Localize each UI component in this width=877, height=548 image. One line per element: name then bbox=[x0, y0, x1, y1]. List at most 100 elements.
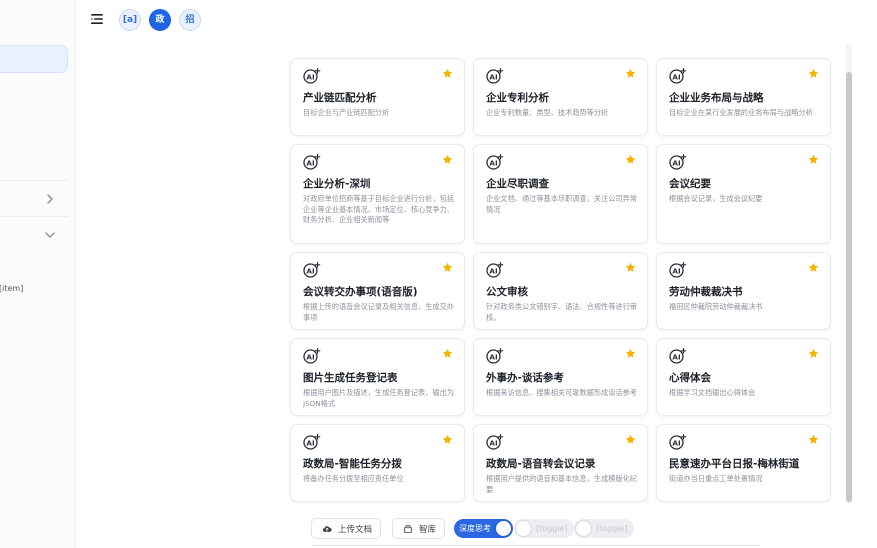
card-title: 企业业务布局与战略 bbox=[669, 92, 764, 104]
favorite-star-icon[interactable] bbox=[625, 154, 636, 165]
library-icon bbox=[404, 524, 412, 533]
ai-icon: AI bbox=[486, 434, 504, 450]
agent-card[interactable]: AI 企业分析-深圳 对政府单位招商等基于目标企业进行分析，包括企业等企业基本情… bbox=[290, 144, 465, 244]
agent-card[interactable]: AI 企业专利分析 企业专利数量、类型、技术趋势等分析 bbox=[473, 58, 648, 136]
agent-card[interactable]: AI 民意速办平台日报-梅林街道 街道办当日重点工单处置情况 bbox=[656, 424, 831, 502]
ai-icon: AI bbox=[486, 262, 504, 278]
ai-icon: AI bbox=[669, 262, 687, 278]
upload-document-label: 上传文档 bbox=[338, 524, 373, 535]
card-title: 企业尽职调查 bbox=[486, 178, 549, 190]
svg-text:AI: AI bbox=[306, 266, 315, 275]
agent-card[interactable]: AI 会议纪要 根据会议记录，生成会议纪要 bbox=[656, 144, 831, 244]
app-window: [item] [a] 政 招 AI 产业链匹配分析 目标企业与产业链匹配分析 A… bbox=[0, 0, 877, 548]
svg-text:AI: AI bbox=[672, 72, 681, 81]
favorite-star-icon[interactable] bbox=[808, 262, 819, 273]
ai-icon: AI bbox=[486, 154, 504, 170]
favorite-star-icon[interactable] bbox=[808, 348, 819, 359]
upload-document-button[interactable]: 上传文档 bbox=[311, 518, 382, 539]
agent-card[interactable]: AI 企业尽职调查 企业文档、通过等基本尽职调查，关注公司异常情况 bbox=[473, 144, 648, 244]
card-description: 对政府单位招商等基于目标企业进行分析，包括企业等企业基本情况、市场定位、核心竞争… bbox=[303, 194, 454, 225]
agent-badge[interactable]: [a] bbox=[119, 9, 141, 31]
card-description: 目标企业在某行业发展的业务布局与战略分析 bbox=[669, 108, 813, 117]
agent-card[interactable]: AI 政数局-语音转会议记录 根据用户提供的语音和基本信息，生成模版化纪要 bbox=[473, 424, 648, 502]
favorite-star-icon[interactable] bbox=[625, 68, 636, 79]
card-title: 劳动仲裁裁决书 bbox=[669, 286, 743, 298]
card-description: 根据会议记录，生成会议纪要 bbox=[669, 194, 763, 203]
svg-text:AI: AI bbox=[306, 158, 315, 167]
favorite-star-icon[interactable] bbox=[442, 154, 453, 165]
ai-icon: AI bbox=[669, 434, 687, 450]
favorite-star-icon[interactable] bbox=[625, 348, 636, 359]
scrollbar-thumb[interactable] bbox=[846, 72, 852, 502]
agent-badge-active[interactable]: 政 bbox=[149, 9, 171, 31]
knowledge-base-button[interactable]: 智库 bbox=[392, 518, 446, 539]
card-description: 街道办当日重点工单处置情况 bbox=[669, 474, 763, 483]
svg-text:AI: AI bbox=[306, 438, 315, 447]
option-toggle[interactable]: [toggle] bbox=[574, 519, 634, 538]
ai-icon: AI bbox=[669, 348, 687, 364]
card-title: 外事办-谈话参考 bbox=[486, 372, 564, 384]
agent-card[interactable]: AI 外事办-谈话参考 根据来访信息，搜集相关可靠数据形成谈话参考 bbox=[473, 338, 648, 416]
agent-card[interactable]: AI 政数局-智能任务分拨 将备办任务分拨至相应责任单位 bbox=[290, 424, 465, 502]
svg-text:AI: AI bbox=[672, 158, 681, 167]
card-title: 政数局-语音转会议记录 bbox=[486, 458, 596, 470]
agent-card[interactable]: AI 会议转交办事项(语音版) 根据上传的语音会议记录及相关信息，生成交办事项 bbox=[290, 252, 465, 330]
toggle-knob bbox=[496, 521, 511, 536]
ai-icon: AI bbox=[303, 68, 321, 84]
agent-card[interactable]: AI 企业业务布局与战略 目标企业在某行业发展的业务布局与战略分析 bbox=[656, 58, 831, 136]
upload-cloud-icon bbox=[322, 525, 332, 532]
svg-text:AI: AI bbox=[489, 266, 498, 275]
favorite-star-icon[interactable] bbox=[625, 434, 636, 445]
card-description: 根据来访信息，搜集相关可靠数据形成谈话参考 bbox=[486, 388, 637, 397]
sidebar-divider bbox=[0, 180, 68, 181]
card-description: 企业文档、通过等基本尽职调查，关注公司异常情况 bbox=[486, 194, 637, 214]
chevron-down-icon[interactable] bbox=[44, 229, 56, 241]
option-toggle-label: [toggle] bbox=[596, 524, 628, 533]
card-title: 公文审核 bbox=[486, 286, 528, 298]
svg-text:AI: AI bbox=[306, 72, 315, 81]
deep-thinking-toggle[interactable]: 深度思考 bbox=[454, 519, 513, 538]
favorite-star-icon[interactable] bbox=[442, 434, 453, 445]
favorite-star-icon[interactable] bbox=[442, 68, 453, 79]
option-toggle-label: [toggle] bbox=[536, 524, 568, 533]
sidebar-item-label[interactable]: [item] bbox=[0, 284, 23, 293]
agent-card[interactable]: AI 心得体会 根据学习文档输出心得体会 bbox=[656, 338, 831, 416]
deep-thinking-label: 深度思考 bbox=[459, 524, 491, 533]
agent-card[interactable]: AI 劳动仲裁裁决书 福田区仲裁院劳动仲裁裁决书 bbox=[656, 252, 831, 330]
agent-card[interactable]: AI 图片生成任务登记表 根据用户图片及描述，生成任务登记表，输出为JSON格式 bbox=[290, 338, 465, 416]
favorite-star-icon[interactable] bbox=[442, 262, 453, 273]
ai-icon: AI bbox=[486, 68, 504, 84]
ai-icon: AI bbox=[669, 68, 687, 84]
card-description: 根据用户图片及描述，生成任务登记表，输出为JSON格式 bbox=[303, 388, 454, 408]
sidebar-item-active[interactable] bbox=[0, 45, 68, 73]
chevron-right-icon[interactable] bbox=[44, 193, 56, 205]
card-title: 企业专利分析 bbox=[486, 92, 549, 104]
left-sidebar: [item] bbox=[0, 0, 76, 548]
agent-card[interactable]: AI 产业链匹配分析 目标企业与产业链匹配分析 bbox=[290, 58, 465, 136]
card-title: 会议转交办事项(语音版) bbox=[303, 286, 418, 298]
svg-text:AI: AI bbox=[672, 352, 681, 361]
favorite-star-icon[interactable] bbox=[442, 348, 453, 359]
favorite-star-icon[interactable] bbox=[808, 68, 819, 79]
card-title: 图片生成任务登记表 bbox=[303, 372, 398, 384]
agent-card[interactable]: AI 公文审核 针对政务类公文错别字、语法、合规性等进行审核。 bbox=[473, 252, 648, 330]
card-title: 心得体会 bbox=[669, 372, 711, 384]
favorite-star-icon[interactable] bbox=[808, 434, 819, 445]
card-description: 目标企业与产业链匹配分析 bbox=[303, 108, 390, 117]
sidebar-divider bbox=[0, 216, 68, 217]
card-description: 根据用户提供的语音和基本信息，生成模版化纪要 bbox=[486, 474, 637, 494]
favorite-star-icon[interactable] bbox=[808, 154, 819, 165]
agent-badge[interactable]: 招 bbox=[179, 9, 201, 31]
svg-text:AI: AI bbox=[489, 72, 498, 81]
option-toggle[interactable]: [toggle] bbox=[514, 519, 574, 538]
favorite-star-icon[interactable] bbox=[625, 262, 636, 273]
svg-text:AI: AI bbox=[306, 352, 315, 361]
toggle-knob bbox=[576, 521, 591, 536]
card-description: 企业专利数量、类型、技术趋势等分析 bbox=[486, 108, 609, 117]
ai-icon: AI bbox=[303, 434, 321, 450]
ai-icon: AI bbox=[303, 348, 321, 364]
card-description: 根据学习文档输出心得体会 bbox=[669, 388, 756, 397]
menu-toggle-icon[interactable] bbox=[89, 11, 105, 27]
toggle-knob bbox=[516, 521, 531, 536]
svg-text:AI: AI bbox=[672, 266, 681, 275]
